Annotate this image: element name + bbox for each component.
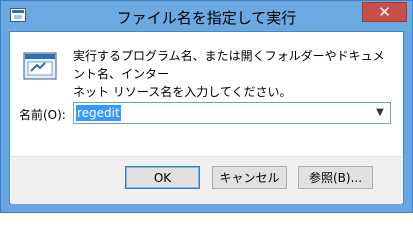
title-bar[interactable]: ファイル名を指定して実行 ✕ xyxy=(1,1,412,31)
description-line-2: ネット リソース名を入力してください。 xyxy=(73,85,292,99)
close-button[interactable]: ✕ xyxy=(362,2,407,22)
cancel-button[interactable]: キャンセル xyxy=(212,166,287,189)
open-label: 名前(O): xyxy=(19,108,66,122)
browse-button[interactable]: 参照(B)... xyxy=(298,166,373,189)
close-icon: ✕ xyxy=(378,3,391,21)
window-title: ファイル名を指定して実行 xyxy=(116,9,297,27)
dialog-description: 実行するプログラム名、または開くフォルダーやドキュメント名、インター ネット リ… xyxy=(73,47,393,101)
ok-button[interactable]: OK xyxy=(125,166,200,189)
run-dialog-window: ファイル名を指定して実行 ✕ 実行するプログラム名、または開くフォルダーやドキュ… xyxy=(0,0,413,213)
chevron-down-icon[interactable]: ▼ xyxy=(370,103,390,123)
open-combobox[interactable]: regedit ▼ xyxy=(73,102,391,124)
open-input-selection: regedit xyxy=(76,105,121,121)
run-window-icon xyxy=(23,52,57,80)
description-line-1: 実行するプログラム名、または開くフォルダーやドキュメント名、インター xyxy=(73,49,385,81)
button-bar: OK キャンセル 参照(B)... xyxy=(11,156,402,204)
dialog-body: 実行するプログラム名、または開くフォルダーやドキュメント名、インター ネット リ… xyxy=(9,31,404,204)
